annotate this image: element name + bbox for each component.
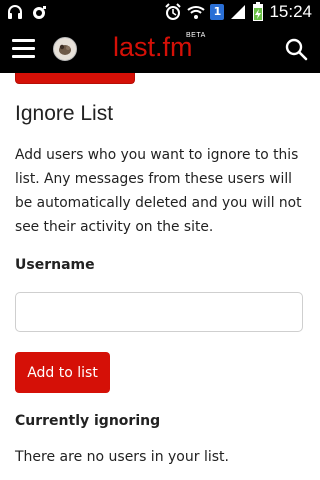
headset-icon [8,5,22,19]
status-left-icons [6,3,48,21]
alarm-icon [165,3,182,20]
ignore-list-description: Add users who you want to ignore to this… [15,147,302,235]
ignore-list-section: Ignore List Add users who you want to ig… [15,95,305,239]
hamburger-menu-icon[interactable] [12,39,35,59]
user-avatar[interactable] [53,37,77,61]
username-label: Username [15,257,95,273]
camera-icon [33,6,46,19]
add-to-list-button[interactable]: Add to list [15,352,110,393]
previous-section-button[interactable] [15,73,135,84]
signal-icon [231,5,246,19]
status-time: 15:24 [269,2,312,21]
username-input[interactable] [15,292,303,332]
currently-ignoring-heading: Currently ignoring [15,413,161,429]
page-title: Ignore List [15,102,114,125]
beta-label: BETA [186,32,206,39]
app-header: last.fm BETA [0,25,320,73]
avatar-image [59,44,71,55]
status-right-icons: 1 15:24 [164,2,312,22]
search-icon[interactable] [284,37,308,61]
wifi-icon [187,6,206,19]
notification-badge: 1 [210,4,225,20]
status-bar: 1 15:24 [0,0,320,25]
battery-charging-icon [253,2,264,21]
empty-list-message: There are no users in your list. [15,449,229,465]
lastfm-logo[interactable]: last.fm [113,32,193,63]
